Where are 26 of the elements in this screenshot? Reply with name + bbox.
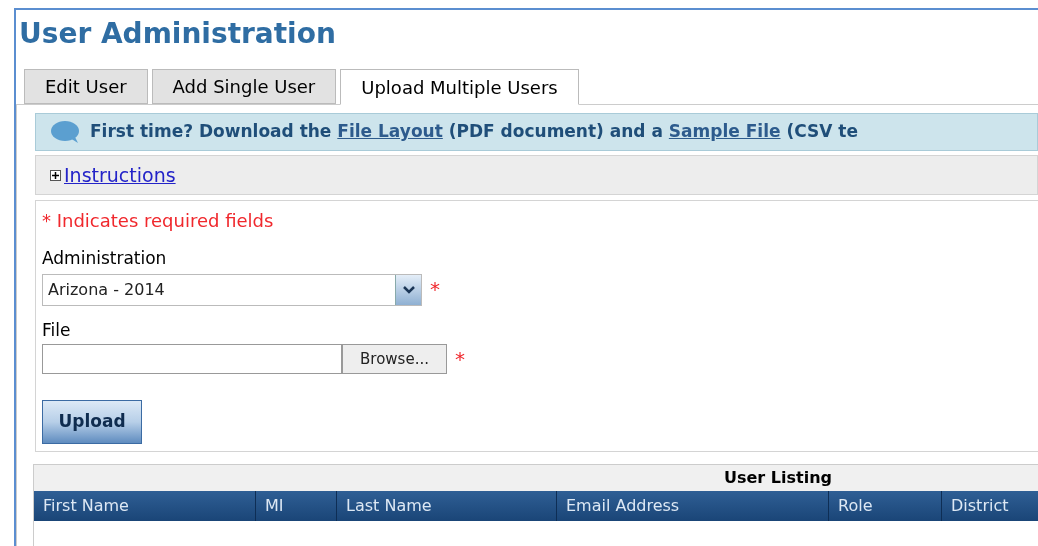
required-note: * Indicates required fields bbox=[42, 209, 274, 233]
column-header: First Name bbox=[34, 491, 256, 521]
administration-select[interactable]: Arizona - 2014 bbox=[42, 273, 422, 306]
tab[interactable]: Upload Multiple Users bbox=[340, 69, 579, 105]
field-label: Administration bbox=[42, 247, 167, 270]
required-asterisk: * bbox=[455, 346, 465, 373]
tab[interactable]: Edit User bbox=[24, 69, 148, 104]
column-header: Email Address bbox=[557, 491, 829, 521]
column-header: Role bbox=[829, 491, 942, 521]
file-input[interactable] bbox=[42, 344, 342, 374]
instructions-link[interactable]: Instructions bbox=[64, 160, 176, 190]
column-header: District bbox=[942, 491, 1038, 521]
banner-link[interactable]: Sample File bbox=[668, 121, 781, 142]
speech-bubble-icon bbox=[50, 120, 80, 144]
column-header: Last Name bbox=[337, 491, 557, 521]
expand-icon[interactable] bbox=[50, 169, 61, 181]
browse-button[interactable]: Browse... bbox=[342, 344, 447, 374]
banner-link[interactable]: File Layout bbox=[337, 121, 443, 142]
required-asterisk: * bbox=[430, 275, 440, 303]
page-title: User Administration bbox=[18, 16, 336, 52]
field-label: File bbox=[42, 318, 71, 342]
banner-text: First time? Download the File Layout (PDF document) and a Sample File (CSV te bbox=[90, 120, 858, 144]
table-title: User Listing bbox=[724, 467, 832, 489]
column-header: MI bbox=[256, 491, 337, 521]
upload-button[interactable]: Upload bbox=[42, 400, 142, 444]
tab[interactable]: Add Single User bbox=[151, 69, 337, 104]
